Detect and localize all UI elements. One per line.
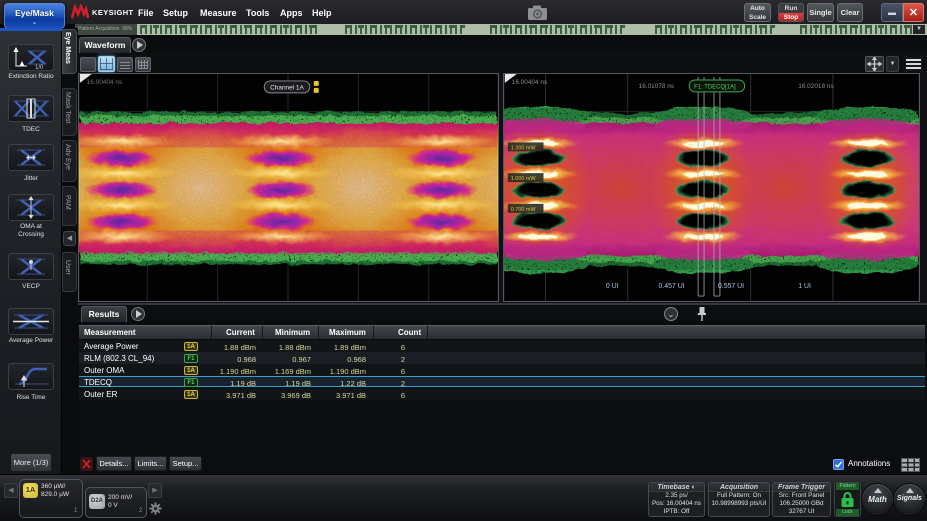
svg-text:1 UI: 1 UI xyxy=(798,283,811,290)
svg-text:16.02018 ns: 16.02018 ns xyxy=(798,83,833,90)
svg-text:16.00404 ns: 16.00404 ns xyxy=(512,79,547,86)
svg-text:16.00404 ns: 16.00404 ns xyxy=(87,79,122,86)
svg-text:0.557 UI: 0.557 UI xyxy=(718,283,744,290)
svg-text:16.01078 ns: 16.01078 ns xyxy=(639,83,674,90)
svg-text:0.700 mW: 0.700 mW xyxy=(511,207,537,213)
svg-text:F1: TDECQ[1A]: F1: TDECQ[1A] xyxy=(694,84,736,90)
svg-text:1/0: 1/0 xyxy=(35,65,44,70)
svg-text:1.000 mW: 1.000 mW xyxy=(511,176,537,182)
svg-text:0.457 UI: 0.457 UI xyxy=(658,283,684,290)
svg-text:0 UI: 0 UI xyxy=(606,283,619,290)
svg-text:Channel 1A: Channel 1A xyxy=(270,84,304,91)
svg-text:1.300 mW: 1.300 mW xyxy=(511,145,537,151)
